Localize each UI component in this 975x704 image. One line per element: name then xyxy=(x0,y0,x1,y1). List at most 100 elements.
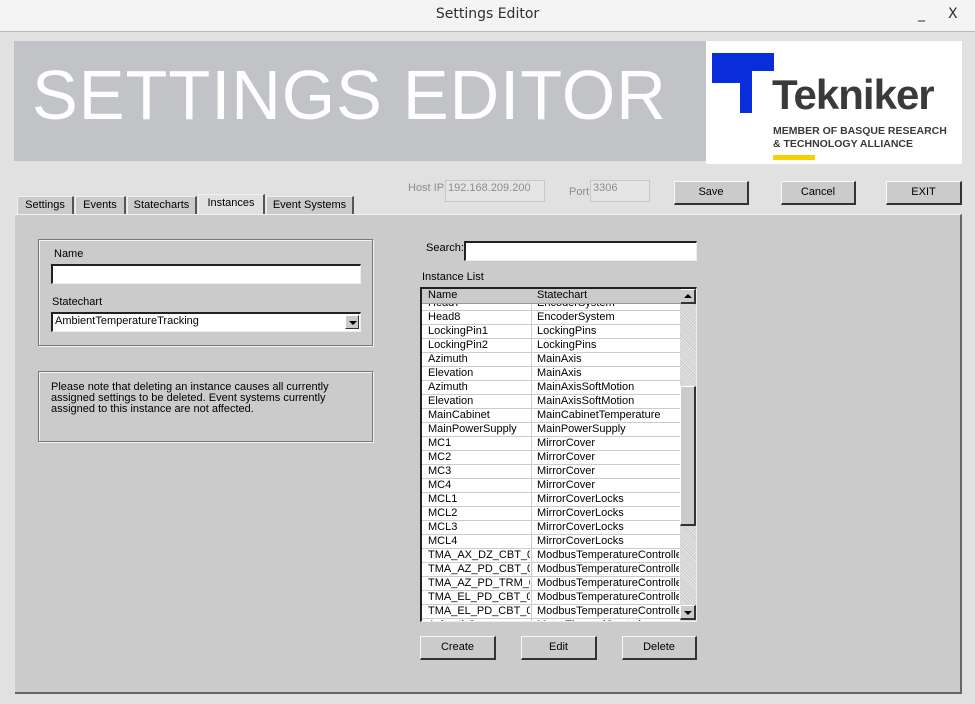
row-instance-name: MCL2 xyxy=(428,507,458,519)
instance-list-row[interactable]: MC2 MirrorCover xyxy=(422,451,681,465)
instance-list-row[interactable]: Azimuth MainAxisSoftMotion xyxy=(422,381,681,395)
row-statechart: LockingPins xyxy=(537,325,597,337)
instance-list-row[interactable]: MC1 MirrorCover xyxy=(422,437,681,451)
row-instance-name: TMA_AX_DZ_CBT_0 xyxy=(428,549,530,561)
logo-tagline-line2: & TECHNOLOGY ALLIANCE xyxy=(773,138,914,150)
row-statechart: EncoderSystem xyxy=(537,311,615,323)
instance-list-row[interactable]: TMA_AZ_PD_CBT_0 ModbusTemperatureControll… xyxy=(422,563,681,577)
tab-event-systems[interactable]: Event Systems xyxy=(266,196,354,214)
row-instance-name: Elevation xyxy=(428,367,474,379)
delete-note-text: Please note that deleting an instance ca… xyxy=(51,381,329,415)
instance-list-row[interactable]: MC3 MirrorCover xyxy=(422,465,681,479)
search-input[interactable] xyxy=(464,241,697,261)
column-divider xyxy=(531,493,532,507)
column-divider xyxy=(531,535,532,549)
scrollbar-thumb[interactable] xyxy=(680,386,696,526)
instance-list-row[interactable]: TMA_AX_DZ_CBT_0 ModbusTemperatureControll… xyxy=(422,549,681,563)
row-statechart: MainCabinetTemperature xyxy=(537,409,661,421)
row-instance-name: MainPowerSupply xyxy=(428,423,517,435)
row-statechart: MirrorCoverLocks xyxy=(537,507,624,519)
instance-list-row[interactable]: Elevation MainAxisSoftMotion xyxy=(422,395,681,409)
instance-list-row[interactable]: MCL2 MirrorCoverLocks xyxy=(422,507,681,521)
logo-yellow-bar xyxy=(773,155,815,160)
host-ip-label: Host IP xyxy=(408,182,445,194)
row-instance-name: LockingPin2 xyxy=(428,339,488,351)
create-button[interactable]: Create xyxy=(420,636,496,660)
column-divider xyxy=(531,353,532,367)
tab-statecharts[interactable]: Statecharts xyxy=(127,196,197,214)
tab-instances[interactable]: Instances xyxy=(198,194,265,215)
row-instance-name: TMA_EL_PD_CBT_0 xyxy=(428,591,530,603)
instance-list-scrollbar[interactable] xyxy=(680,289,696,621)
instance-list-row[interactable]: LockingPin2 LockingPins xyxy=(422,339,681,353)
logo-name: Tekniker xyxy=(772,71,935,118)
column-divider xyxy=(531,507,532,521)
row-instance-name: AzimuthCamwrap xyxy=(428,619,530,621)
host-ip-field[interactable]: 192.168.209.200 xyxy=(445,180,545,202)
row-instance-name: TMA_AZ_PD_TRM_0 xyxy=(428,577,530,589)
edit-button[interactable]: Edit xyxy=(521,636,597,660)
row-statechart: MirrorCover xyxy=(537,437,596,449)
instance-list-row[interactable]: MCL3 MirrorCoverLocks xyxy=(422,521,681,535)
instance-list-row[interactable]: AzimuthCamwrap MotorThermalControl xyxy=(422,619,681,621)
name-label: Name xyxy=(54,248,84,260)
instance-list-row[interactable]: MainCabinet MainCabinetTemperature xyxy=(422,409,681,423)
delete-note-group: Please note that deleting an instance ca… xyxy=(38,371,373,442)
row-statechart: MirrorCover xyxy=(537,465,596,477)
save-button[interactable]: Save xyxy=(674,181,749,205)
statechart-combobox[interactable]: AmbientTemperatureTracking xyxy=(51,312,361,332)
scroll-up-arrow-icon[interactable] xyxy=(680,289,696,304)
column-header-name[interactable]: Name xyxy=(428,289,457,302)
row-instance-name: MainCabinet xyxy=(428,409,490,421)
instance-list-row[interactable]: MainPowerSupply MainPowerSupply xyxy=(422,423,681,437)
close-button[interactable]: X xyxy=(948,6,958,22)
row-statechart: MainAxis xyxy=(537,367,582,379)
row-statechart: LockingPins xyxy=(537,339,597,351)
row-instance-name: LockingPin1 xyxy=(428,325,488,337)
row-statechart: ModbusTemperatureControlle xyxy=(537,549,679,561)
instance-list-row[interactable]: Elevation MainAxis xyxy=(422,367,681,381)
row-statechart: ModbusTemperatureControlle xyxy=(537,591,679,603)
column-divider xyxy=(531,479,532,493)
column-divider xyxy=(531,409,532,423)
column-divider xyxy=(531,395,532,409)
row-instance-name: MC3 xyxy=(428,465,452,477)
instance-list-row[interactable]: MC4 MirrorCover xyxy=(422,479,681,493)
tab-settings[interactable]: Settings xyxy=(17,196,74,214)
delete-button[interactable]: Delete xyxy=(622,636,697,660)
scroll-down-arrow-icon[interactable] xyxy=(680,605,696,620)
instance-list-row[interactable]: Head8 EncoderSystem xyxy=(422,311,681,325)
row-statechart: MirrorCover xyxy=(537,479,596,491)
chevron-down-icon[interactable] xyxy=(345,315,359,329)
instance-list-row[interactable]: TMA_EL_PD_CBT_0 ModbusTemperatureControll… xyxy=(422,591,681,605)
instance-list-header: Name Statechart xyxy=(422,289,681,304)
column-divider xyxy=(531,381,532,395)
column-divider xyxy=(531,521,532,535)
row-instance-name: MC2 xyxy=(428,451,452,463)
name-input[interactable] xyxy=(51,264,361,284)
instance-list-row[interactable]: Azimuth MainAxis xyxy=(422,353,681,367)
column-header-statechart[interactable]: Statechart xyxy=(537,289,587,302)
row-instance-name: MCL3 xyxy=(428,521,458,533)
column-divider xyxy=(531,339,532,353)
instance-list-row[interactable]: TMA_AZ_PD_TRM_0 ModbusTemperatureControll… xyxy=(422,577,681,591)
row-statechart: MainAxisSoftMotion xyxy=(537,395,635,407)
instance-list-row[interactable]: MCL1 MirrorCoverLocks xyxy=(422,493,681,507)
column-divider xyxy=(531,605,532,619)
logo-tagline: MEMBER OF BASQUE RESEARCH & TECHNOLOGY A… xyxy=(773,125,947,151)
row-statechart: MainPowerSupply xyxy=(537,423,626,435)
port-field[interactable]: 3306 xyxy=(590,180,650,202)
row-instance-name: Elevation xyxy=(428,395,474,407)
cancel-button[interactable]: Cancel xyxy=(781,181,856,205)
row-instance-name: TMA_AZ_PD_CBT_0 xyxy=(428,563,530,575)
statechart-label: Statechart xyxy=(52,296,103,308)
instance-list-row[interactable]: MCL4 MirrorCoverLocks xyxy=(422,535,681,549)
tab-events[interactable]: Events xyxy=(75,196,126,214)
instance-list-row[interactable]: TMA_EL_PD_CBT_0 ModbusTemperatureControll… xyxy=(422,605,681,619)
exit-button[interactable]: EXIT xyxy=(886,181,962,205)
tekniker-logo: Tekniker MEMBER OF BASQUE RESEARCH & TEC… xyxy=(706,41,962,164)
instance-list-label: Instance List xyxy=(422,271,484,283)
instance-list[interactable]: Name Statechart Head7EncoderSystemHead8E… xyxy=(420,287,697,622)
minimize-button[interactable]: _ xyxy=(918,6,925,22)
instance-list-row[interactable]: LockingPin1 LockingPins xyxy=(422,325,681,339)
